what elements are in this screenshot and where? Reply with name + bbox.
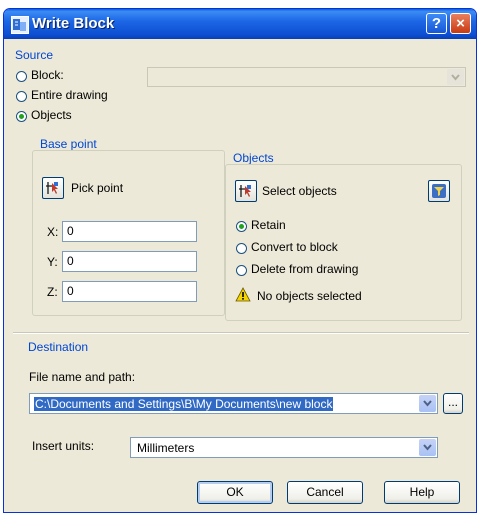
z-label: Z:	[47, 285, 58, 299]
destination-group-title: Destination	[28, 340, 89, 354]
radio-block[interactable]	[16, 71, 27, 82]
radio-entire-drawing-label: Entire drawing	[31, 88, 108, 102]
y-coordinate-input[interactable]: 0	[62, 251, 197, 272]
write-block-dialog: Write Block ? × Source Block: Entire dra…	[3, 8, 477, 513]
quick-select-filter-icon	[432, 184, 446, 198]
radio-entire-drawing[interactable]	[16, 91, 27, 102]
insert-units-value: Millimeters	[137, 441, 195, 455]
file-path-dropdown-icon[interactable]	[419, 395, 436, 412]
block-name-combo	[147, 67, 466, 87]
z-coordinate-input[interactable]: 0	[62, 281, 197, 302]
radio-retain[interactable]	[236, 221, 247, 232]
insert-units-combo[interactable]: Millimeters	[130, 437, 438, 458]
radio-convert-to-block[interactable]	[236, 243, 247, 254]
select-objects-button[interactable]	[235, 180, 257, 202]
write-block-icon	[11, 16, 29, 34]
x-label: X:	[47, 225, 59, 239]
pick-point-button[interactable]	[42, 177, 64, 199]
file-path-combo[interactable]: C:\Documents and Settings\B\My Documents…	[29, 393, 438, 414]
radio-block-label: Block:	[31, 68, 64, 82]
radio-objects-label: Objects	[31, 108, 72, 122]
insert-units-label: Insert units:	[32, 439, 95, 453]
file-path-value: C:\Documents and Settings\B\My Documents…	[34, 397, 334, 411]
help-button[interactable]: Help	[384, 481, 460, 504]
insert-units-dropdown-icon[interactable]	[419, 439, 436, 456]
title-bar[interactable]: Write Block ? ×	[4, 9, 476, 39]
y-label: Y:	[47, 255, 58, 269]
select-objects-label: Select objects	[262, 184, 337, 198]
radio-objects[interactable]	[16, 111, 27, 122]
radio-retain-label: Retain	[251, 218, 286, 232]
ok-button[interactable]: OK	[197, 481, 273, 504]
source-group-title: Source	[15, 48, 54, 62]
section-divider	[13, 332, 469, 334]
x-coordinate-input[interactable]: 0	[62, 221, 197, 242]
window-title: Write Block	[32, 15, 115, 32]
objects-group-title: Objects	[233, 151, 274, 165]
help-title-button[interactable]: ?	[426, 13, 447, 34]
cancel-button[interactable]: Cancel	[287, 481, 363, 504]
selection-status-text: No objects selected	[257, 289, 362, 303]
select-objects-icon	[239, 185, 251, 197]
file-name-label: File name and path:	[29, 370, 136, 384]
base-point-group-title: Base point	[40, 137, 97, 151]
block-combo-dropdown	[447, 69, 464, 85]
radio-delete-from-drawing[interactable]	[236, 265, 247, 276]
quick-select-button[interactable]	[428, 180, 450, 202]
radio-delete-from-drawing-label: Delete from drawing	[251, 262, 359, 276]
radio-convert-to-block-label: Convert to block	[251, 240, 338, 254]
pick-point-label: Pick point	[71, 181, 124, 195]
warning-icon	[235, 287, 251, 303]
close-button[interactable]: ×	[450, 13, 471, 34]
pick-point-icon	[46, 182, 58, 194]
browse-button[interactable]: ...	[443, 393, 463, 414]
